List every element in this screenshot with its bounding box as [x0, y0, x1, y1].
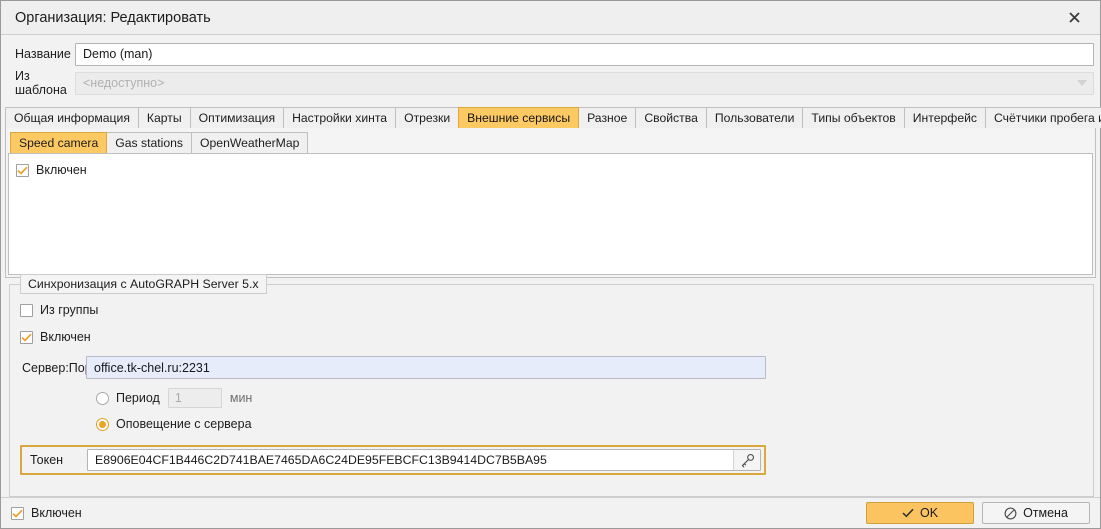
sync-group-box: Синхронизация с AutoGRAPH Server 5.x Из … [9, 274, 1094, 497]
template-label: Из шаблона [15, 69, 67, 97]
subtab-label: Speed camera [19, 136, 99, 150]
panel-enabled-label: Включен [36, 163, 87, 177]
template-input [75, 71, 1094, 95]
period-input[interactable] [167, 388, 222, 408]
footer-enabled-row[interactable]: Включен [11, 504, 82, 522]
period-radio-label: Период [116, 391, 160, 405]
period-radio[interactable] [96, 391, 109, 405]
tab-label: Оптимизация [198, 111, 276, 125]
tab-0[interactable]: Общая информация [5, 107, 139, 128]
name-input[interactable] [75, 42, 1094, 66]
panel-enabled-row[interactable]: Включен [16, 161, 1092, 179]
check-icon [902, 508, 914, 518]
chevron-down-icon [1077, 80, 1087, 86]
cancel-icon [1004, 507, 1017, 519]
tab-label: Разное [587, 111, 628, 125]
cancel-button[interactable]: Отмена [982, 502, 1090, 524]
notify-radio[interactable] [96, 417, 109, 431]
ok-button-label: OK [919, 506, 939, 520]
tab-label: Счётчики пробега и моточасов [994, 111, 1101, 125]
from-group-row[interactable]: Из группы [20, 301, 1083, 319]
server-row: Сервер:Порт [20, 356, 1083, 379]
notify-radio-label: Оповещение с сервера [116, 417, 252, 431]
server-input[interactable] [86, 356, 766, 379]
tab-label: Карты [146, 111, 182, 125]
subtab-1[interactable]: Gas stations [106, 132, 193, 153]
tab-9[interactable]: Типы объектов [802, 107, 905, 128]
period-row: Период мин [20, 388, 1083, 408]
tab-6[interactable]: Разное [578, 107, 637, 128]
cancel-button-label: Отмена [1023, 506, 1068, 520]
tab-label: Пользователи [714, 111, 795, 125]
notify-row: Оповещение с сервера [20, 417, 1083, 431]
sub-tabstrip: Speed camera Gas stations OpenWeatherMap [6, 131, 1095, 153]
dialog-window: Организация: Редактировать Название Из ш… [0, 0, 1101, 529]
token-label: Токен [30, 453, 64, 467]
tab-7[interactable]: Свойства [635, 107, 707, 128]
sync-group-title: Синхронизация с AutoGRAPH Server 5.x [20, 274, 267, 294]
key-icon[interactable] [733, 450, 760, 470]
subtab-0[interactable]: Speed camera [10, 132, 108, 153]
footer-enabled-checkbox[interactable] [11, 506, 24, 520]
tab-label: Отрезки [404, 111, 451, 125]
sync-enabled-label: Включен [40, 330, 91, 344]
subtab-area: Speed camera Gas stations OpenWeatherMap В… [5, 128, 1096, 278]
ok-button[interactable]: OK [866, 502, 974, 524]
sync-enabled-row[interactable]: Включен [20, 328, 1083, 346]
name-row: Название [7, 42, 1094, 66]
panel-enabled-checkbox[interactable] [16, 163, 29, 177]
window-title: Организация: Редактировать [15, 9, 211, 26]
tab-1[interactable]: Карты [137, 107, 191, 128]
speed-camera-panel: Включен [8, 153, 1093, 275]
tab-11[interactable]: Счётчики пробега и моточасов [985, 107, 1101, 128]
tab-3[interactable]: Настройки хинта [283, 107, 397, 128]
title-bar: Организация: Редактировать [1, 1, 1100, 35]
main-tabstrip: Общая информация Карты Оптимизация Настройк… [1, 106, 1101, 128]
subtab-2[interactable]: OpenWeatherMap [191, 132, 309, 153]
template-combo[interactable] [75, 71, 1094, 95]
tab-8[interactable]: Пользователи [705, 107, 804, 128]
close-icon[interactable] [1048, 1, 1100, 33]
from-group-label: Из группы [40, 303, 99, 317]
sync-enabled-checkbox[interactable] [20, 330, 33, 344]
tab-label: Внешние сервисы [467, 111, 571, 125]
tab-2[interactable]: Оптимизация [189, 107, 285, 128]
period-unit-label: мин [229, 391, 253, 405]
tab-label: Настройки хинта [292, 111, 388, 125]
token-input[interactable] [88, 450, 733, 470]
header-form: Название Из шаблона [1, 35, 1100, 104]
token-row: Токен [20, 445, 766, 475]
subtab-label: Gas stations [115, 136, 184, 150]
tab-label: Типы объектов [811, 111, 896, 125]
tab-10[interactable]: Интерфейс [903, 107, 986, 128]
name-label: Название [15, 47, 71, 61]
from-group-checkbox[interactable] [20, 303, 33, 317]
template-row: Из шаблона [7, 69, 1094, 97]
footer-enabled-label: Включен [31, 506, 82, 520]
tab-label: Свойства [644, 111, 698, 125]
tab-5[interactable]: Внешние сервисы [458, 107, 580, 128]
tab-label: Интерфейс [912, 111, 977, 125]
subtab-label: OpenWeatherMap [200, 136, 300, 150]
server-label: Сервер:Порт [22, 360, 98, 375]
tab-label: Общая информация [14, 111, 130, 125]
tab-4[interactable]: Отрезки [395, 107, 460, 128]
footer-bar: Включен OK Отмена [1, 497, 1100, 528]
token-field [87, 449, 761, 471]
